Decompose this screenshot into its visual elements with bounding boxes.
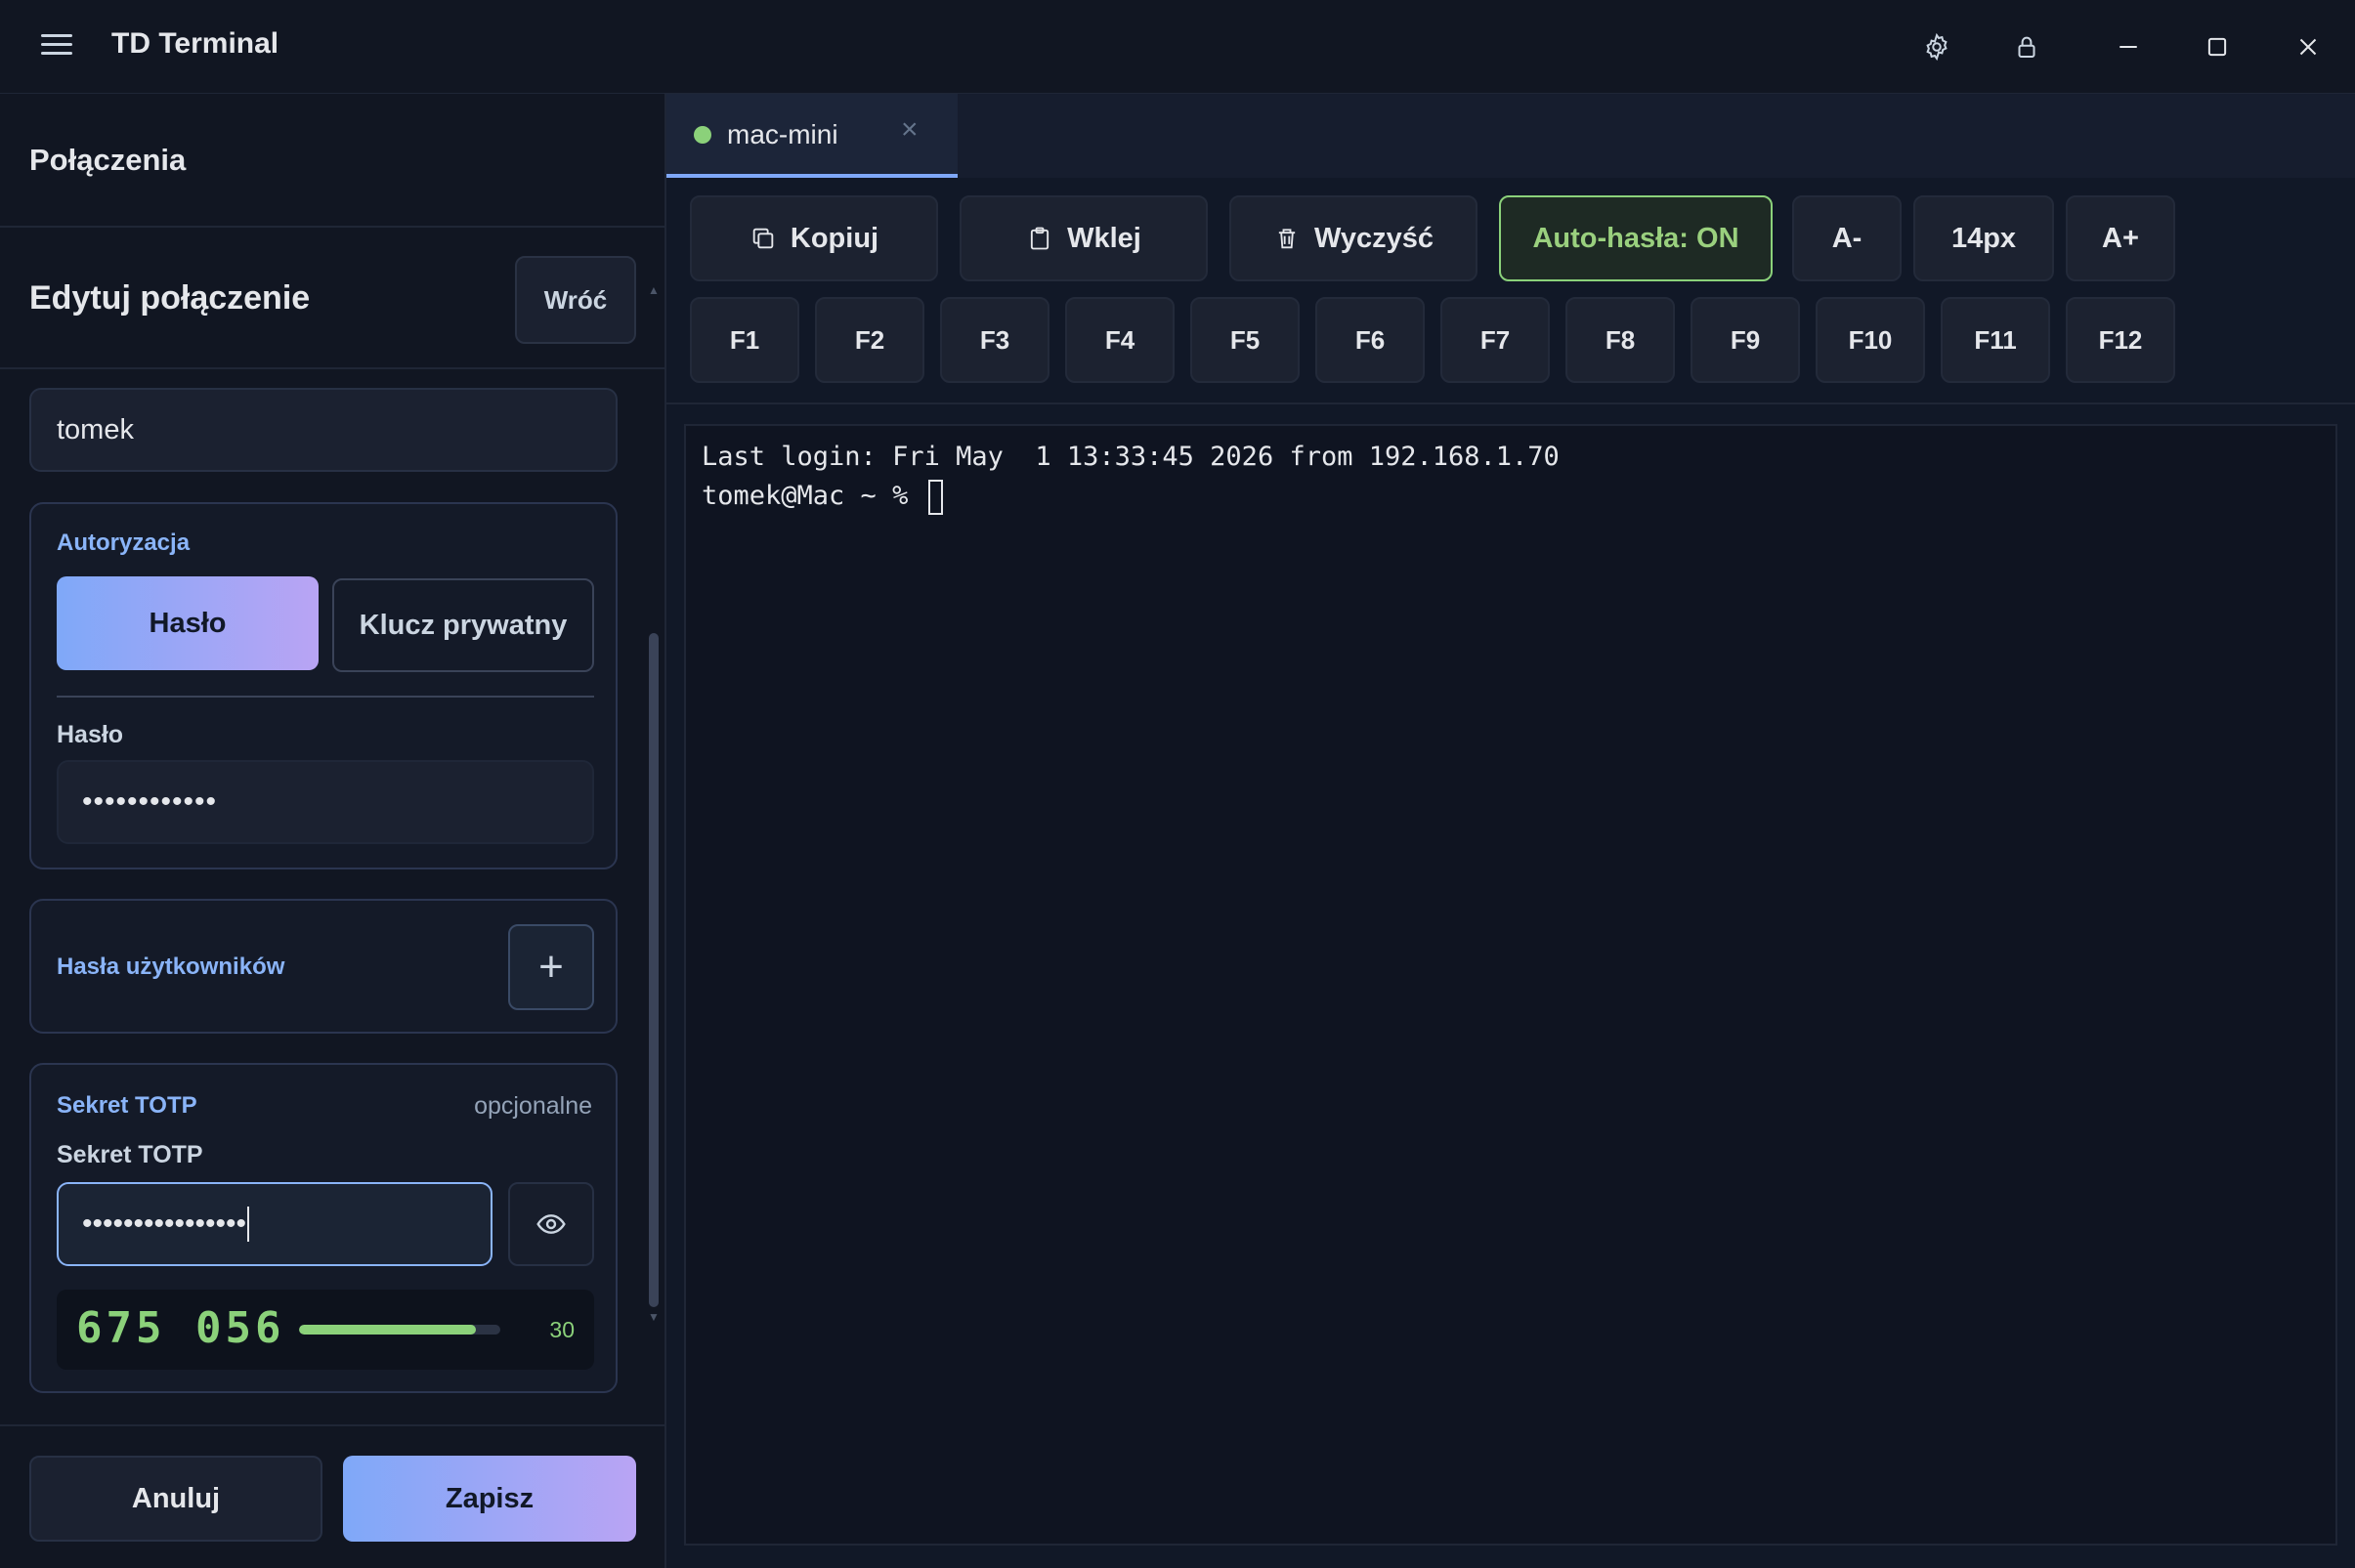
connection-status-dot [694,126,711,144]
f10-key[interactable]: F10 [1816,297,1925,383]
user-passwords-card: Hasła użytkowników + [29,899,618,1034]
save-button[interactable]: Zapisz [343,1456,636,1542]
f12-key[interactable]: F12 [2066,297,2175,383]
terminal-output[interactable]: Last login: Fri May 1 13:33:45 2026 from… [684,424,2337,1546]
trash-icon [1278,229,1296,249]
user-passwords-label: Hasła użytkowników [57,954,285,980]
tab-bar: mac-mini × [666,94,2355,178]
menu-icon[interactable] [39,29,74,64]
tab-label: mac-mini [727,119,838,149]
totp-progress-bar [299,1325,500,1335]
title-bar: TD Terminal [0,0,2355,94]
cancel-button[interactable]: Anuluj [29,1456,322,1542]
f8-key[interactable]: F8 [1565,297,1675,383]
eye-icon [536,1214,566,1234]
plus-icon: + [538,943,564,991]
minimize-icon[interactable] [2105,23,2152,70]
sidebar-scrollbar[interactable]: ▲ ▼ [647,283,661,1324]
paste-button[interactable]: Wklej [960,195,1208,281]
font-larger-button[interactable]: A+ [2066,195,2175,281]
tab-mac-mini[interactable]: mac-mini × [666,94,958,178]
clear-label: Wyczyść [1314,222,1434,254]
terminal-cursor [927,479,943,515]
edit-connection-title: Edytuj połączenie [29,279,311,317]
close-icon[interactable] [2285,23,2332,70]
scroll-down-icon[interactable]: ▼ [647,1310,661,1324]
auto-passwords-toggle[interactable]: Auto-hasła: ON [1499,195,1773,281]
f6-key[interactable]: F6 [1315,297,1425,383]
terminal-prompt-line: tomek@Mac ~ % [702,477,2335,516]
paste-label: Wklej [1067,222,1141,254]
sidebar-header: Połączenia [0,94,664,228]
f11-key[interactable]: F11 [1941,297,2050,383]
terminal-toolbar: Kopiuj Wklej Wyczyść Auto-hasła: ON A- 1… [666,178,2355,404]
auth-password-option[interactable]: Hasło [57,576,319,670]
auth-label: Autoryzacja [57,530,191,556]
totp-secret-value: •••••••••••••••• [82,1208,247,1240]
f1-key[interactable]: F1 [690,297,799,383]
totp-code: 675 056 [76,1303,285,1353]
back-button[interactable]: Wróć [515,256,636,344]
scroll-up-icon[interactable]: ▲ [647,283,661,297]
toggle-visibility-button[interactable] [508,1182,594,1266]
totp-field-label: Sekret TOTP [57,1141,203,1168]
text-caret [247,1207,250,1242]
font-smaller-button[interactable]: A- [1792,195,1902,281]
terminal-prompt: tomek@Mac ~ % [702,481,924,511]
clipboard-icon [1031,227,1049,250]
terminal-area: mac-mini × Kopiuj Wklej Wyczyść Auto-has… [666,94,2355,1568]
clear-button[interactable]: Wyczyść [1229,195,1477,281]
copy-label: Kopiuj [790,222,879,254]
connections-title: Połączenia [29,142,187,177]
terminal-line: Last login: Fri May 1 13:33:45 2026 from… [702,442,1560,472]
auth-card: Autoryzacja Hasło Klucz prywatny Hasło •… [29,502,618,869]
maximize-icon[interactable] [2194,23,2241,70]
f3-key[interactable]: F3 [940,297,1049,383]
tab-close-icon[interactable]: × [901,113,919,147]
f9-key[interactable]: F9 [1691,297,1800,383]
username-input[interactable]: tomek [29,388,618,472]
copy-icon [752,228,774,249]
copy-button[interactable]: Kopiuj [690,195,938,281]
font-size-display: 14px [1913,195,2054,281]
totp-secret-input[interactable]: •••••••••••••••• [57,1182,492,1266]
f4-key[interactable]: F4 [1065,297,1175,383]
f2-key[interactable]: F2 [815,297,924,383]
f5-key[interactable]: F5 [1190,297,1300,383]
password-input[interactable]: •••••••••••• [57,760,594,844]
totp-card: Sekret TOTP opcjonalne Sekret TOTP •••••… [29,1063,618,1393]
totp-progress-fill [299,1325,477,1335]
gear-icon[interactable] [1913,23,1960,70]
optional-label: opcjonalne [474,1092,592,1120]
sidebar-footer: Anuluj Zapisz [0,1424,664,1568]
auth-key-option[interactable]: Klucz prywatny [332,578,594,672]
totp-code-box: 675 056 30 [57,1290,594,1370]
totp-section-label: Sekret TOTP [57,1092,197,1119]
app-title: TD Terminal [111,27,279,60]
password-label: Hasło [57,721,124,748]
app-window: TD Terminal Połączenia Edytuj połączenie… [0,0,2355,1568]
scrollbar-thumb[interactable] [649,633,659,1307]
f7-key[interactable]: F7 [1440,297,1550,383]
add-user-password-button[interactable]: + [508,924,594,1010]
divider [57,696,594,698]
totp-seconds: 30 [549,1317,575,1342]
lock-icon[interactable] [2003,23,2050,70]
